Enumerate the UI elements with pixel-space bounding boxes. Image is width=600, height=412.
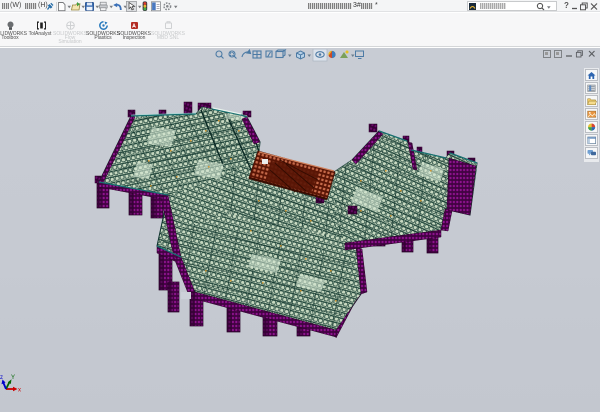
svg-text:Y: Y <box>11 375 15 381</box>
svg-text:x: x <box>18 388 21 394</box>
svg-text:z: z <box>0 375 3 381</box>
